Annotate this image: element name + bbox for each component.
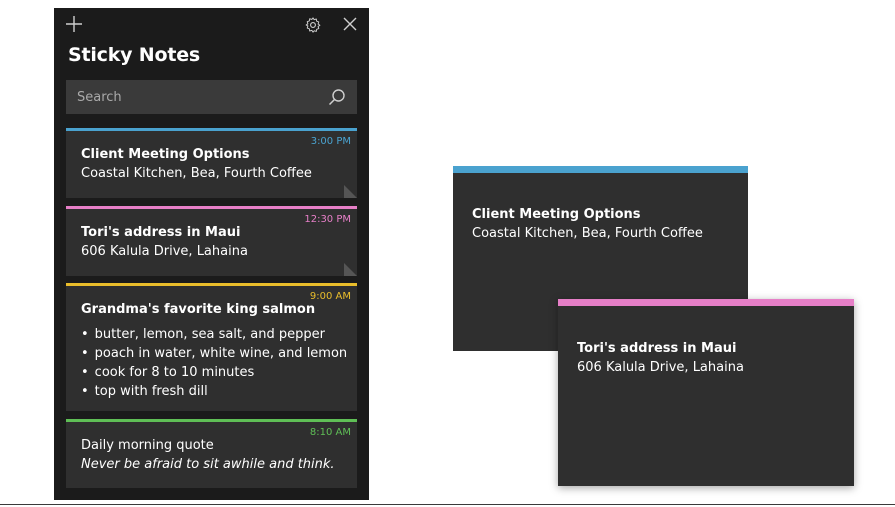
note-fold-corner bbox=[344, 185, 357, 198]
close-button[interactable] bbox=[340, 14, 360, 34]
note-fold-corner bbox=[344, 263, 357, 276]
note-title: Tori's address in Maui bbox=[81, 225, 241, 240]
note-title: Client Meeting Options bbox=[472, 207, 641, 222]
note-title: Tori's address in Maui bbox=[577, 341, 737, 356]
close-icon bbox=[343, 17, 357, 31]
gear-icon bbox=[305, 17, 321, 33]
note-time: 3:00 PM bbox=[310, 136, 351, 147]
note-text: 606 Kalula Drive, Lahaina bbox=[81, 244, 248, 259]
sticky-notes-window: Sticky Notes 3:00 PM Client Meeting Opti… bbox=[54, 8, 369, 500]
search-button[interactable] bbox=[328, 88, 346, 106]
note-color-bar[interactable] bbox=[558, 299, 854, 306]
note-time: 9:00 AM bbox=[309, 291, 351, 302]
note-title: Grandma's favorite king salmon bbox=[81, 302, 316, 317]
note-card-tori-address[interactable]: 12:30 PM Tori's address in Maui 606 Kalu… bbox=[66, 206, 357, 276]
plus-icon bbox=[66, 16, 82, 32]
note-title: Client Meeting Options bbox=[81, 147, 250, 162]
note-text: 606 Kalula Drive, Lahaina bbox=[577, 360, 744, 375]
divider bbox=[0, 504, 895, 505]
note-text: Coastal Kitchen, Bea, Fourth Coffee bbox=[472, 226, 703, 241]
note-color-bar bbox=[66, 419, 357, 422]
note-card-morning-quote[interactable]: 8:10 AM Daily morning quote Never be afr… bbox=[66, 419, 357, 488]
note-quote-text: Never be afraid to sit awhile and think. bbox=[81, 457, 335, 472]
note-time: 8:10 AM bbox=[309, 427, 351, 438]
search-box[interactable] bbox=[66, 80, 357, 114]
note-card-king-salmon[interactable]: 9:00 AM Grandma's favorite king salmon b… bbox=[66, 283, 357, 411]
search-input[interactable] bbox=[66, 80, 327, 114]
note-card-client-meeting[interactable]: 3:00 PM Client Meeting Options Coastal K… bbox=[66, 128, 357, 198]
note-text: Coastal Kitchen, Bea, Fourth Coffee bbox=[81, 166, 312, 181]
note-bullet-item: butter, lemon, sea salt, and pepper bbox=[81, 325, 347, 344]
settings-button[interactable] bbox=[303, 15, 323, 35]
note-bullet-item: poach in water, white wine, and lemon bbox=[81, 344, 348, 363]
new-note-button[interactable] bbox=[64, 14, 84, 34]
note-time: 12:30 PM bbox=[304, 214, 351, 225]
search-icon bbox=[328, 89, 345, 106]
note-bullet-item: cook for 8 to 10 minutes bbox=[81, 363, 347, 382]
note-text: Daily morning quote bbox=[81, 438, 214, 453]
open-note-tori-address[interactable]: Tori's address in Maui 606 Kalula Drive,… bbox=[558, 299, 854, 486]
app-title: Sticky Notes bbox=[68, 44, 201, 66]
note-color-bar bbox=[66, 206, 357, 209]
note-color-bar[interactable] bbox=[453, 166, 748, 173]
note-color-bar bbox=[66, 283, 357, 286]
note-bullet-list: butter, lemon, sea salt, and pepper poac… bbox=[81, 325, 348, 401]
note-color-bar bbox=[66, 128, 357, 131]
note-bullet-item: top with fresh dill bbox=[81, 382, 347, 401]
